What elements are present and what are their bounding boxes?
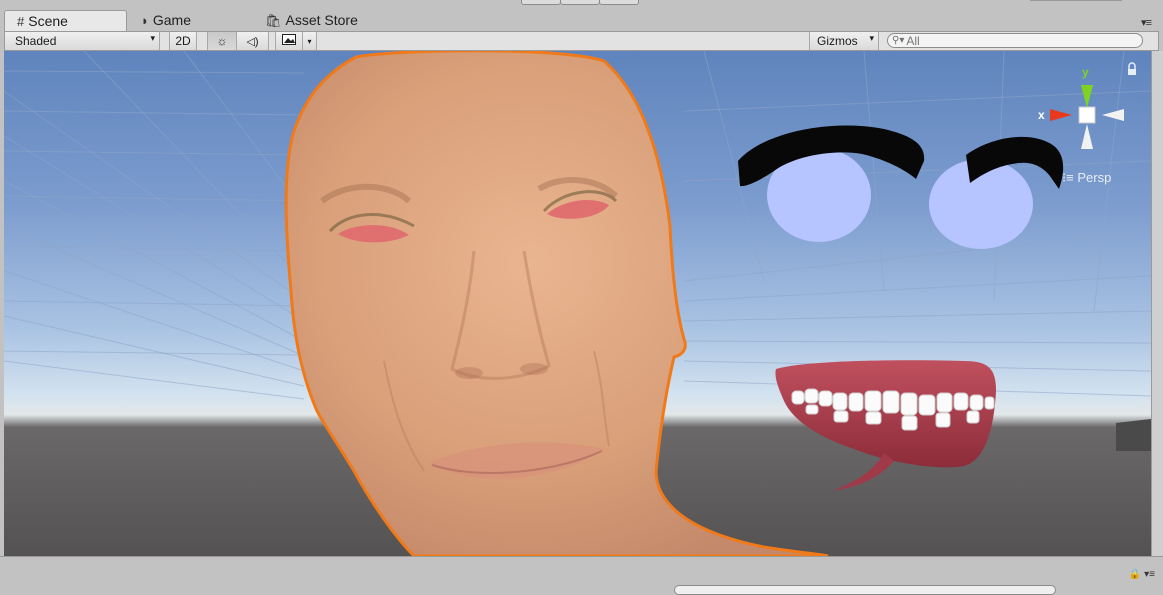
gizmos-label: Gizmos (817, 34, 858, 48)
viewport-scrollbar[interactable] (1151, 51, 1163, 556)
effects-dropdown[interactable]: ▾ (303, 32, 317, 50)
gizmo-y-label: y (1082, 65, 1089, 79)
gizmos-dropdown[interactable]: Gizmos ▾ (809, 32, 879, 50)
scene-object-edge (1116, 419, 1151, 451)
gizmo-center-cube (1078, 106, 1096, 124)
scene-view-tab-strip: # Scene ◗ Game 🛍 Asset Store ▾≡ (0, 10, 1163, 31)
layout-dropdown[interactable] (1030, 0, 1122, 1)
lock-icon (1128, 62, 1136, 75)
gizmo-y-axis (1081, 85, 1093, 108)
tab-game[interactable]: ◗ Game (141, 10, 191, 30)
face-mesh-selected (284, 51, 829, 556)
play-button[interactable] (521, 0, 561, 5)
dropdown-arrow-icon: ▾ (869, 33, 874, 43)
tab-asset-store[interactable]: 🛍 Asset Store (265, 10, 358, 30)
sun-icon: ☼ (216, 34, 228, 48)
scene-toolbar: Shaded ▾ 2D ☼ ◁) ▾ Gizmos ▾ ⚲▾ (4, 31, 1159, 51)
teeth-mesh (775, 360, 996, 491)
dropdown-arrow-icon: ▾ (150, 33, 155, 43)
toggle-2d-button[interactable]: 2D (169, 32, 197, 50)
tab-context-menu-icon[interactable]: ▾≡ (1141, 16, 1152, 29)
face-surface (284, 51, 829, 556)
toggle-2d-label: 2D (175, 34, 191, 48)
gizmo-x-label: x (1038, 108, 1045, 122)
draw-mode-label: Shaded (15, 34, 57, 48)
gizmo-neg-y-axis (1081, 124, 1093, 149)
persp-bars-icon: ⁝≡ (1062, 170, 1074, 185)
scene-grid-icon: # (17, 13, 25, 29)
lower-panel-strip: 🔒 ▾≡ (0, 556, 1163, 595)
window-top-edge (0, 0, 1163, 10)
draw-mode-dropdown[interactable]: Shaded ▾ (5, 32, 160, 50)
tab-game-label: Game (152, 12, 191, 28)
scene-render: y x (4, 51, 1151, 556)
tongue-strip (832, 453, 894, 491)
lower-panel-lock-menu-icon[interactable]: 🔒 ▾≡ (1129, 569, 1155, 580)
search-input[interactable] (906, 33, 1107, 48)
gizmo-neg-x-axis (1102, 109, 1124, 121)
scene-effects-toggle[interactable] (275, 32, 303, 50)
search-icon: ⚲▾ (892, 35, 905, 46)
tab-scene-label: Scene (28, 13, 68, 29)
step-button[interactable] (599, 0, 639, 5)
image-icon (282, 34, 296, 48)
shopping-bag-icon: 🛍 (265, 12, 282, 28)
pause-button[interactable] (560, 0, 600, 5)
gizmo-x-axis (1050, 109, 1072, 121)
projection-label: Persp (1077, 170, 1112, 185)
scene-audio-toggle[interactable]: ◁) (237, 32, 269, 50)
scene-lighting-toggle[interactable]: ☼ (207, 32, 237, 50)
projection-toggle[interactable]: ⁝≡ Persp (1062, 170, 1111, 186)
scene-viewport[interactable]: y x ⁝≡ Persp (4, 51, 1151, 556)
eyes-mesh (738, 125, 1064, 249)
lower-panel-search-field[interactable] (674, 585, 1056, 595)
scene-search-field[interactable]: ⚲▾ (887, 33, 1143, 48)
speaker-icon: ◁) (246, 35, 259, 48)
tab-asset-store-label: Asset Store (285, 12, 358, 28)
tab-scene[interactable]: # Scene (4, 10, 127, 31)
pacman-icon: ◗ (141, 12, 149, 28)
dropdown-arrow-icon: ▾ (307, 36, 312, 46)
